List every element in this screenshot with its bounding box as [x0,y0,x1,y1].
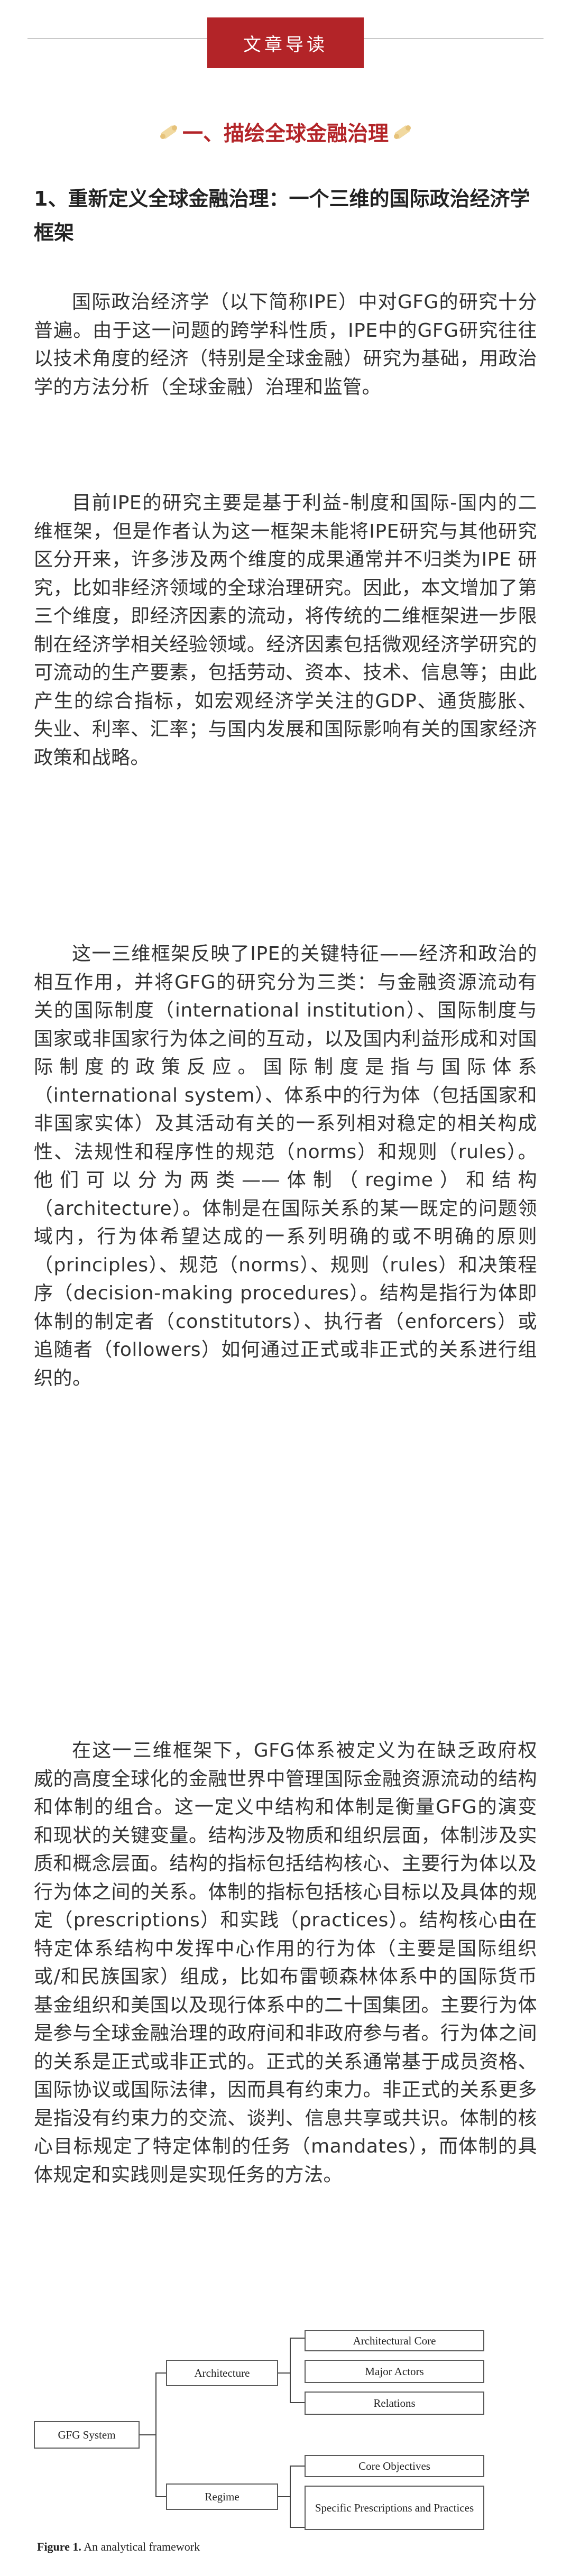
connector-line [140,2434,155,2435]
major-actors-box: Major Actors [305,2360,484,2383]
connector-line [290,2338,305,2339]
paragraph: 在这一三维框架下，GFG体系被定义为在缺乏政府权威的高度全球化的金融世界中管理国… [34,1740,537,2186]
paragraph: 国际政治经济学（以下简称IPE）中对GFG的研究十分普遍。由于这一问题的跨学科性… [34,291,537,398]
gfg-system-box: GFG System [34,2421,140,2449]
paragraph: 这一三维框架反映了IPE的关键特征——经济和政治的相互作用，并将GFG的研究分为… [34,943,537,1389]
connector-line [155,2372,156,2497]
architectural-core-box: Architectural Core [305,2330,484,2351]
regime-box: Regime [166,2483,278,2510]
scroll-icon [160,125,177,139]
prescriptions-practices-box: Specific Prescriptions and Practices [305,2486,484,2530]
connector-line [155,2496,166,2497]
relations-box: Relations [305,2392,484,2415]
connector-line [278,2496,290,2497]
figure-caption: Figure 1. An analytical framework [37,2540,200,2554]
section-title-text: 一、描绘全球金融治理 [182,122,389,146]
connector-line [290,2466,291,2528]
connector-line [290,2338,291,2403]
connector-line [290,2527,305,2528]
scroll-icon [394,125,411,139]
guide-header: 文章导读 [0,0,571,74]
connector-line [278,2372,290,2374]
guide-label: 文章导读 [207,17,364,68]
figure-caption-label: Figure 1. [37,2540,81,2553]
framework-figure: GFG System Architecture Regime Architect… [34,2330,537,2531]
architecture-box: Architecture [166,2360,278,2386]
core-objectives-box: Core Objectives [305,2455,484,2477]
connector-line [290,2402,305,2403]
paragraph: 目前IPE的研究主要是基于利益-制度和国际-国内的二维框架，但是作者认为这一框架… [34,492,537,769]
subsection-heading: 1、重新定义全球金融治理：一个三维的国际政治经济学框架 [34,187,530,244]
connector-line [290,2466,305,2467]
section-title: 一、描绘全球金融治理 [0,114,571,151]
connector-line [155,2372,166,2374]
figure-caption-text: An analytical framework [81,2540,200,2553]
